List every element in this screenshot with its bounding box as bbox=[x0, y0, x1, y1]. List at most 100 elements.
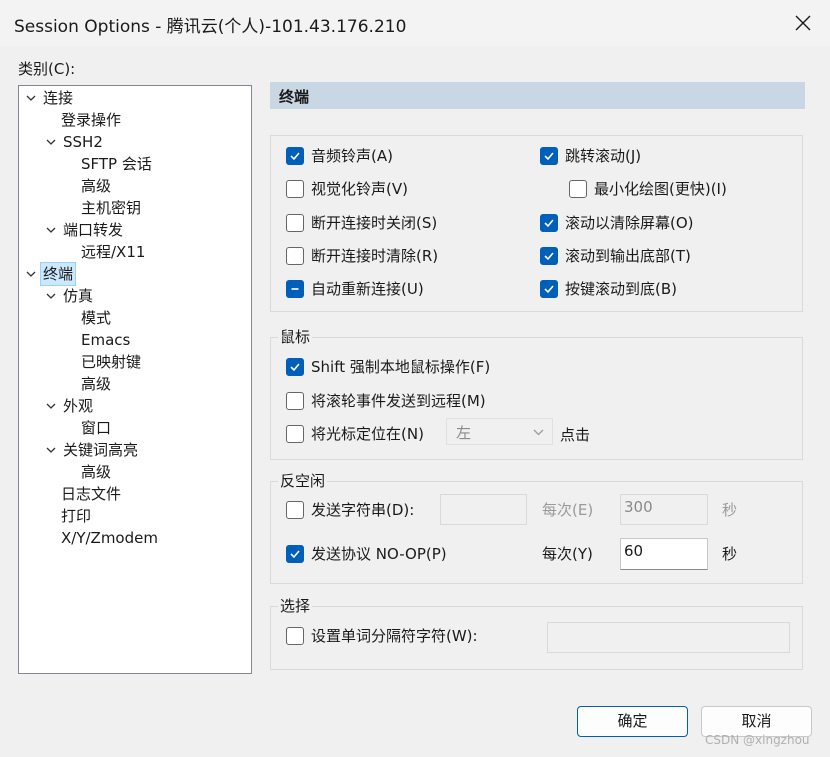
seconds-unit-label-2: 秒 bbox=[722, 545, 738, 563]
tree-item-label: X/Y/Zmodem bbox=[61, 529, 158, 547]
tree-item-label: 外观 bbox=[63, 397, 94, 415]
checkbox-label: 发送协议 NO-OP(P) bbox=[311, 545, 447, 563]
chevron-down-icon bbox=[26, 271, 36, 277]
close-button[interactable] bbox=[788, 8, 818, 38]
checkmark-icon bbox=[290, 550, 300, 559]
tree-item-sftp-session[interactable]: SFTP 会话 bbox=[79, 153, 154, 175]
tree-item-label: 仿真 bbox=[63, 287, 94, 305]
ok-button[interactable]: 确定 bbox=[577, 706, 688, 737]
tree-item-label: 高级 bbox=[81, 177, 112, 195]
checkmark-icon bbox=[544, 152, 554, 161]
checkbox-box bbox=[286, 392, 304, 410]
selection-group-title: 选择 bbox=[278, 595, 313, 616]
tree-item-connection[interactable]: 连接 bbox=[23, 87, 75, 109]
watermark: CSDN @xingzhou bbox=[705, 733, 810, 747]
checkmark-icon bbox=[290, 363, 300, 372]
tree-item-label: 已映射键 bbox=[81, 353, 142, 371]
every-seconds-label-1: 每次(E) bbox=[542, 501, 594, 519]
tree-item-label: 模式 bbox=[81, 309, 112, 327]
chevron-down-icon bbox=[46, 403, 56, 409]
tree-item-label: 登录操作 bbox=[61, 111, 122, 129]
checkbox-box bbox=[286, 247, 304, 265]
checkbox-label: 滚动以清除屏幕(O) bbox=[565, 214, 694, 232]
checkbox-box bbox=[286, 627, 304, 645]
tree-item-host-keys[interactable]: 主机密钥 bbox=[79, 197, 143, 219]
checkbox-box bbox=[286, 358, 304, 376]
tree-item-emulation-advanced[interactable]: 高级 bbox=[79, 373, 113, 395]
checkbox-label: 设置单词分隔符字符(W): bbox=[311, 627, 478, 645]
noop-interval-input[interactable]: 60 bbox=[620, 538, 708, 570]
tree-item-label: 日志文件 bbox=[61, 485, 122, 503]
seconds-unit-label-1: 秒 bbox=[722, 501, 738, 519]
tree-item-port-forwarding[interactable]: 端口转发 bbox=[43, 219, 125, 241]
anti-idle-group-title: 反空闲 bbox=[278, 470, 328, 491]
checkbox-box bbox=[540, 280, 558, 298]
chevron-down-icon bbox=[26, 95, 36, 101]
send-string-interval-input[interactable]: 300 bbox=[620, 494, 708, 525]
tree-item-keyword-highlight[interactable]: 关键词高亮 bbox=[43, 439, 140, 461]
tree-item-emulation[interactable]: 仿真 bbox=[43, 285, 95, 307]
cursor-click-select-value: 左 bbox=[456, 424, 472, 442]
checkmark-icon bbox=[544, 252, 554, 261]
checkmark-icon bbox=[290, 152, 300, 161]
checkbox-box bbox=[286, 425, 304, 443]
checkbox-label: 断开连接时关闭(S) bbox=[311, 214, 438, 232]
checkbox-box bbox=[540, 147, 558, 165]
tree-item-label: 高级 bbox=[81, 463, 112, 481]
checkbox-box bbox=[540, 247, 558, 265]
close-icon bbox=[795, 15, 811, 31]
tree-item-label: 端口转发 bbox=[63, 221, 124, 239]
checkbox-box bbox=[286, 214, 304, 232]
tree-item-remote-x11[interactable]: 远程/X11 bbox=[79, 241, 147, 263]
tree-item-mapped-keys[interactable]: 已映射键 bbox=[79, 351, 143, 373]
title-bar: Session Options - 腾讯云(个人)-101.43.176.210 bbox=[0, 0, 830, 46]
checkbox-label: 跳转滚动(J) bbox=[565, 147, 642, 165]
cursor-click-select[interactable]: 左 bbox=[446, 418, 553, 445]
tree-item-label: 连接 bbox=[43, 89, 74, 107]
tree-item-login-actions[interactable]: 登录操作 bbox=[59, 109, 123, 131]
tree-item-ssh2[interactable]: SSH2 bbox=[43, 131, 105, 153]
anti-idle-group bbox=[270, 481, 803, 584]
tree-item-printing[interactable]: 打印 bbox=[59, 505, 93, 527]
chevron-down-icon bbox=[46, 227, 56, 233]
tree-item-appearance[interactable]: 外观 bbox=[43, 395, 95, 417]
tree-item-modes[interactable]: 模式 bbox=[79, 307, 113, 329]
panel-header: 终端 bbox=[270, 82, 805, 109]
checkbox-label: 视觉化铃声(V) bbox=[311, 180, 408, 198]
checkbox-label: 按键滚动到底(B) bbox=[565, 280, 677, 298]
tree-item-log-file[interactable]: 日志文件 bbox=[59, 483, 123, 505]
checkbox-box bbox=[286, 180, 304, 198]
send-string-input[interactable] bbox=[440, 494, 527, 525]
checkbox-label: 音频铃声(A) bbox=[311, 147, 393, 165]
checkbox-box bbox=[569, 180, 587, 198]
tree-item-label: 打印 bbox=[61, 507, 92, 525]
window-title: Session Options - 腾讯云(个人)-101.43.176.210 bbox=[14, 17, 407, 37]
chevron-down-icon bbox=[46, 447, 56, 453]
checkbox-label: 自动重新连接(U) bbox=[311, 280, 424, 298]
tree-item-xyzmodem[interactable]: X/Y/Zmodem bbox=[59, 527, 160, 549]
tree-item-label: 主机密钥 bbox=[81, 199, 142, 217]
tree-item-window[interactable]: 窗口 bbox=[79, 417, 113, 439]
checkbox-label: 将滚轮事件发送到远程(M) bbox=[311, 392, 486, 410]
tree-item-label: 高级 bbox=[81, 375, 112, 393]
send-string-interval-value: 300 bbox=[624, 498, 653, 516]
tree-item-terminal[interactable]: 终端 bbox=[23, 262, 77, 286]
category-label: 类别(C): bbox=[18, 60, 76, 78]
category-tree[interactable]: 连接 登录操作 SSH2 SFTP 会话 高级 主机密钥 端口转发 远程/X11… bbox=[18, 85, 252, 674]
checkbox-box bbox=[286, 280, 304, 298]
tree-item-label: 远程/X11 bbox=[81, 243, 146, 261]
tree-item-label: Emacs bbox=[81, 331, 131, 349]
tree-item-label: 关键词高亮 bbox=[63, 441, 139, 459]
tree-item-label: 终端 bbox=[39, 262, 77, 286]
click-suffix-label: 点击 bbox=[560, 426, 591, 444]
indeterminate-dash-icon bbox=[291, 288, 299, 290]
checkmark-icon bbox=[544, 219, 554, 228]
mouse-group-title: 鼠标 bbox=[278, 326, 313, 347]
word-delimiters-input[interactable] bbox=[547, 622, 790, 653]
tree-item-emacs[interactable]: Emacs bbox=[79, 329, 132, 351]
checkbox-label: 最小化绘图(更快)(I) bbox=[594, 180, 727, 198]
tree-item-highlight-advanced[interactable]: 高级 bbox=[79, 461, 113, 483]
checkbox-box bbox=[286, 501, 304, 519]
tree-item-ssh2-advanced[interactable]: 高级 bbox=[79, 175, 113, 197]
tree-item-label: SFTP 会话 bbox=[81, 155, 152, 173]
